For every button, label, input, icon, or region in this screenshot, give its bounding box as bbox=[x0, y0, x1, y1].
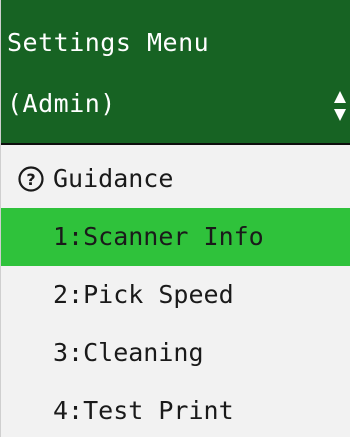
menu-item-test-print[interactable]: 4:Test Print bbox=[1, 382, 350, 440]
help-circle-icon: ? bbox=[18, 166, 44, 192]
menu-title: Settings Menu bbox=[7, 28, 210, 57]
menu-item-cleaning[interactable]: 3:Cleaning bbox=[1, 324, 350, 382]
svg-text:?: ? bbox=[26, 170, 35, 189]
menu-item-label: 3:Cleaning bbox=[53, 338, 204, 367]
menu-role: (Admin) bbox=[7, 89, 116, 118]
up-down-arrows-icon[interactable] bbox=[333, 90, 347, 122]
menu-item-label: 4:Test Print bbox=[53, 396, 234, 425]
menu-item-label: Guidance bbox=[53, 164, 174, 193]
settings-screen: Settings Menu (Admin) ? Guidance 1:Scann… bbox=[0, 0, 350, 437]
menu-item-label: 2:Pick Speed bbox=[53, 280, 234, 309]
menu-header: Settings Menu (Admin) bbox=[1, 0, 350, 145]
menu-item-scanner-info[interactable]: 1:Scanner Info bbox=[1, 208, 350, 266]
menu-item-pick-speed[interactable]: 2:Pick Speed bbox=[1, 266, 350, 324]
menu-item-label: 1:Scanner Info bbox=[53, 222, 264, 251]
menu-item-guidance[interactable]: ? Guidance bbox=[1, 150, 350, 208]
